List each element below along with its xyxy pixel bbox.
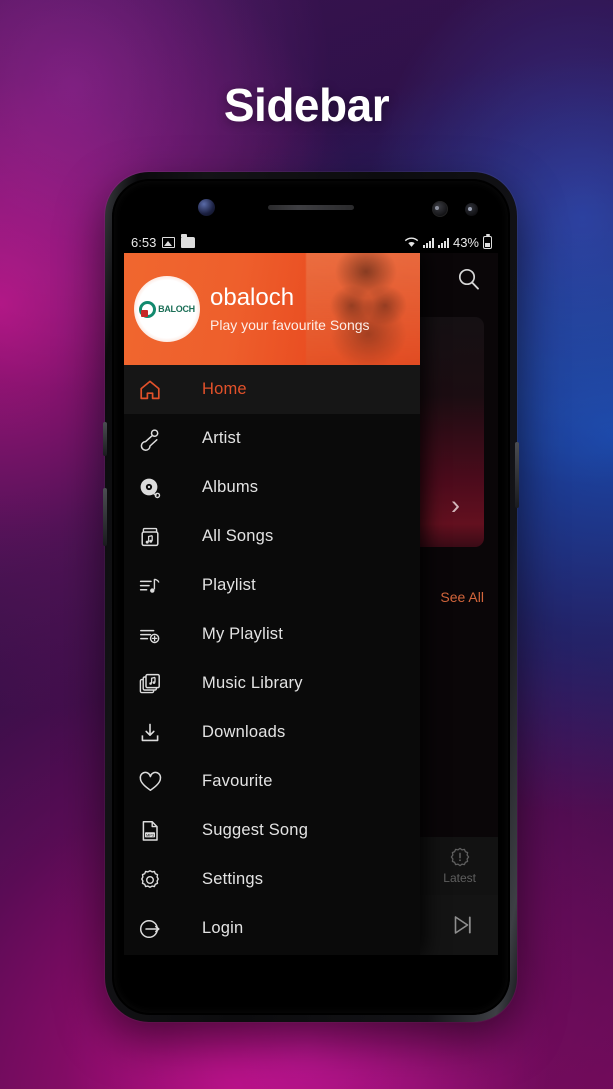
status-bar: 6:53 43% bbox=[124, 231, 498, 253]
sidebar-item-albums[interactable]: Albums bbox=[124, 463, 420, 512]
phone-button-power[interactable] bbox=[515, 442, 519, 508]
home-icon bbox=[138, 378, 182, 402]
badge-alert-icon bbox=[450, 847, 470, 867]
microphone-icon bbox=[138, 427, 182, 451]
phone-mockup: 6:53 43% › See All Latest BALOCH obaloch… bbox=[103, 172, 519, 1022]
sidebar-item-label: Home bbox=[202, 380, 247, 398]
logo-wordmark: BALOCH bbox=[158, 304, 195, 314]
svg-text:MP3: MP3 bbox=[146, 832, 154, 837]
drawer-header: BALOCH obaloch Play your favourite Songs bbox=[124, 253, 420, 365]
app-logo: BALOCH bbox=[134, 276, 200, 342]
earpiece-speaker bbox=[268, 205, 354, 210]
proximity-sensor-icon bbox=[465, 203, 478, 216]
sidebar-item-label: Favourite bbox=[202, 772, 273, 790]
sidebar-item-label: Albums bbox=[202, 478, 259, 496]
sidebar-item-downloads[interactable]: Downloads bbox=[124, 708, 420, 757]
sidebar-item-favourite[interactable]: Favourite bbox=[124, 757, 420, 806]
logo-mark: BALOCH bbox=[139, 300, 195, 318]
phone-button-bixby[interactable] bbox=[103, 422, 107, 456]
download-icon bbox=[138, 721, 182, 745]
sidebar-item-label: My Playlist bbox=[202, 625, 284, 643]
signal-icon bbox=[437, 237, 449, 248]
app-screen: 6:53 43% › See All Latest BALOCH obaloch… bbox=[124, 231, 498, 955]
next-icon[interactable] bbox=[450, 912, 476, 938]
logo-ring-icon bbox=[139, 300, 157, 318]
sidebar-item-label: Login bbox=[202, 919, 244, 937]
sidebar-item-login[interactable]: Login bbox=[124, 904, 420, 953]
page-title: Sidebar bbox=[223, 79, 390, 131]
wifi-icon bbox=[404, 236, 419, 248]
app-tagline: Play your favourite Songs bbox=[210, 317, 370, 334]
sidebar-item-all-songs[interactable]: All Songs bbox=[124, 512, 420, 561]
gear-icon bbox=[138, 868, 182, 892]
iris-scanner-icon bbox=[432, 201, 448, 217]
bottom-nav-item-latest[interactable]: Latest bbox=[443, 847, 476, 885]
battery-icon bbox=[483, 233, 492, 249]
sidebar-item-my-playlist[interactable]: My Playlist bbox=[124, 610, 420, 659]
search-icon[interactable] bbox=[454, 265, 484, 295]
sidebar-item-label: All Songs bbox=[202, 527, 274, 545]
sidebar-item-label: Suggest Song bbox=[202, 821, 309, 839]
heart-icon bbox=[138, 770, 182, 794]
phone-sensor-bar bbox=[112, 179, 510, 231]
app-name: obaloch bbox=[210, 283, 295, 311]
chevron-right-icon[interactable]: › bbox=[451, 492, 460, 519]
sidebar-item-label: Playlist bbox=[202, 576, 256, 594]
phone-screen-bezel: 6:53 43% › See All Latest BALOCH obaloch… bbox=[112, 179, 510, 1015]
see-all-link[interactable]: See All bbox=[440, 589, 484, 605]
sidebar-item-label: Downloads bbox=[202, 723, 286, 741]
playlist-icon bbox=[138, 574, 182, 598]
front-camera-icon bbox=[198, 199, 215, 216]
logout-icon bbox=[138, 917, 182, 941]
status-bar-clock: 6:53 bbox=[131, 234, 157, 250]
sidebar-item-label: Artist bbox=[202, 429, 241, 447]
disc-icon bbox=[138, 476, 182, 500]
status-bar-left: 6:53 bbox=[131, 233, 196, 250]
playlist-add-icon bbox=[138, 623, 182, 647]
sidebar-item-label: Music Library bbox=[202, 674, 303, 692]
navigation-drawer: BALOCH obaloch Play your favourite Songs bbox=[124, 253, 420, 955]
drawer-menu-list: Home Artist Albums All Songs Playlist My… bbox=[124, 365, 420, 955]
sidebar-item-home[interactable]: Home bbox=[124, 365, 420, 414]
battery-percent-label: 43% bbox=[452, 234, 479, 250]
sidebar-item-settings[interactable]: Settings bbox=[124, 855, 420, 904]
folder-icon bbox=[181, 233, 196, 248]
sidebar-item-music-library[interactable]: Music Library bbox=[124, 659, 420, 708]
status-bar-right: 43% bbox=[404, 233, 492, 250]
sidebar-item-label: Settings bbox=[202, 870, 264, 888]
mp3-file-icon: MP3 bbox=[138, 819, 182, 843]
bottom-nav-label: Latest bbox=[443, 871, 476, 885]
signal-icon bbox=[422, 237, 434, 248]
sidebar-item-playlist[interactable]: Playlist bbox=[124, 561, 420, 610]
music-box-icon bbox=[138, 525, 182, 549]
phone-button-volume[interactable] bbox=[103, 488, 107, 546]
drawer-header-text: obaloch Play your favourite Songs bbox=[210, 283, 370, 334]
sidebar-item-artist[interactable]: Artist bbox=[124, 414, 420, 463]
library-icon bbox=[138, 672, 182, 696]
image-icon bbox=[162, 236, 176, 248]
sidebar-item-suggest-song[interactable]: MP3 Suggest Song bbox=[124, 806, 420, 855]
